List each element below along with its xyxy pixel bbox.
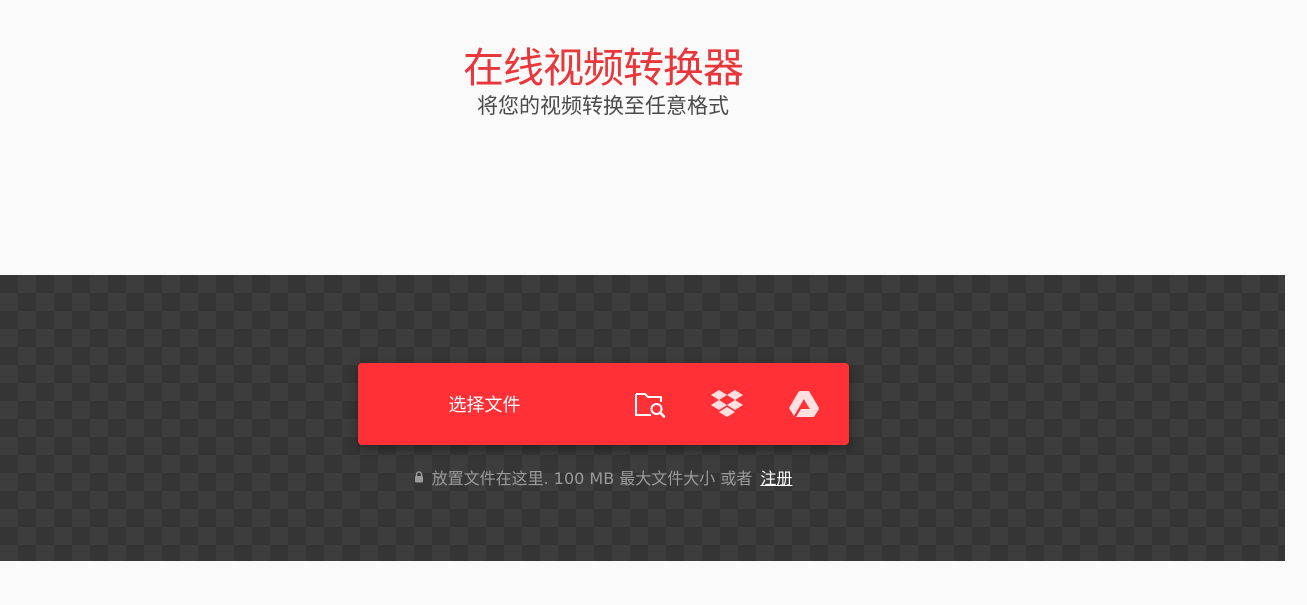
page-title: 在线视频转换器: [463, 44, 744, 92]
dropbox-icon: [710, 389, 744, 419]
file-dropzone[interactable]: 选择文件 放置文件在这里. 100 MB 最大文件大小 或者 注册: [0, 275, 1285, 561]
page-subtitle: 将您的视频转换至任意格式: [477, 94, 729, 118]
dropbox-button[interactable]: [688, 363, 765, 445]
hero-section: 在线视频转换器 将您的视频转换至任意格式: [0, 0, 1307, 275]
signup-link[interactable]: 注册: [760, 465, 792, 489]
google-drive-icon: [788, 390, 820, 418]
upload-bar: 选择文件: [358, 363, 849, 445]
google-drive-button[interactable]: [765, 363, 842, 445]
upload-hint: 放置文件在这里. 100 MB 最大文件大小 或者 注册: [0, 465, 1206, 489]
local-folder-button[interactable]: [611, 363, 688, 445]
folder-search-icon: [634, 390, 666, 418]
lock-icon: [414, 468, 424, 487]
choose-file-button[interactable]: 选择文件: [358, 363, 611, 445]
hint-text: 放置文件在这里. 100 MB 最大文件大小 或者: [431, 469, 753, 488]
